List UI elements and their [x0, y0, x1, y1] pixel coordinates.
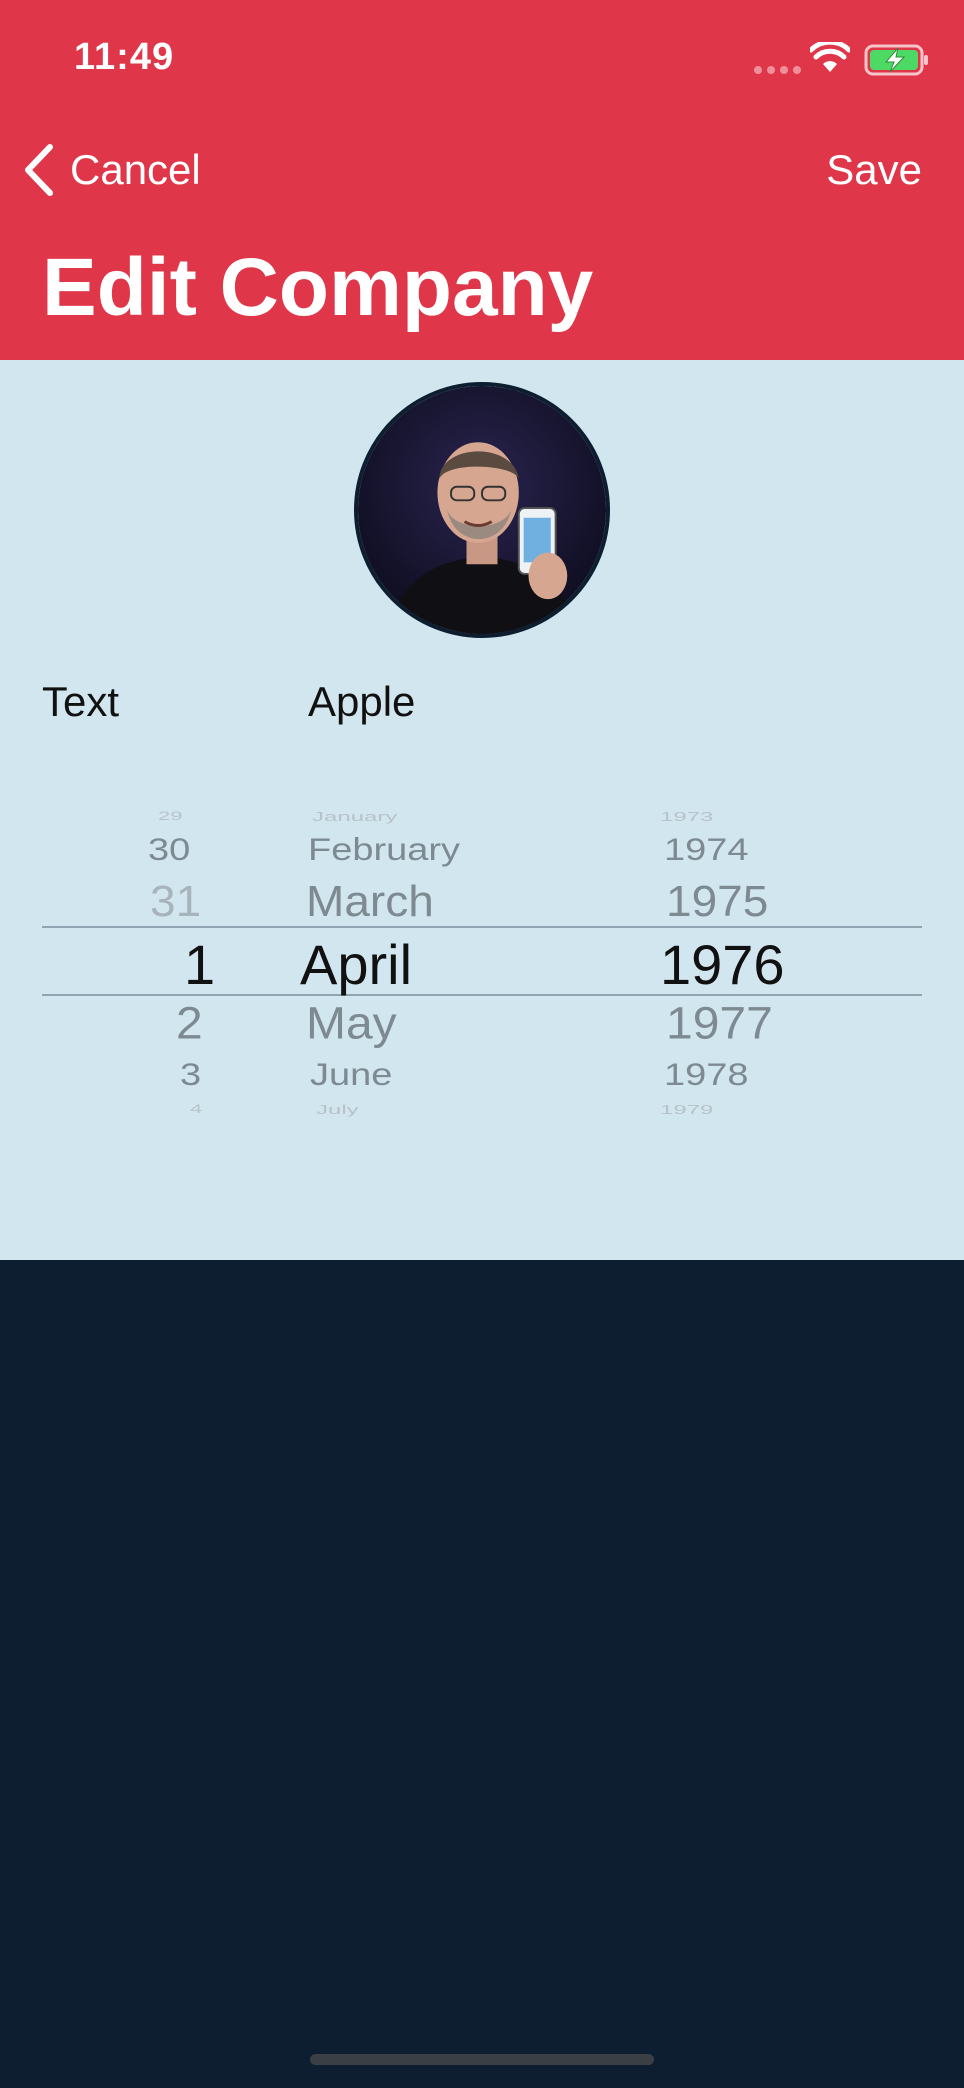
picker-year-item[interactable]: 1974: [664, 834, 749, 865]
picker-day-item[interactable]: 2: [176, 1001, 203, 1047]
name-label: Text: [42, 678, 120, 725]
navigation-header: 11:49 Cancel Save Edit Company: [0, 0, 964, 360]
picker-year-item[interactable]: 1975: [666, 879, 768, 923]
battery-charging-icon: [864, 44, 928, 76]
picker-day-item[interactable]: 31: [150, 879, 201, 923]
picker-year-item-selected[interactable]: 1976: [660, 937, 785, 993]
page-title: Edit Company: [42, 242, 594, 333]
picker-month-item[interactable]: June: [310, 1059, 392, 1090]
picker-month-item[interactable]: March: [306, 879, 434, 923]
picker-selection-bottom: [42, 994, 922, 996]
save-button[interactable]: Save: [826, 140, 922, 200]
picker-month-item[interactable]: January: [312, 810, 397, 823]
wifi-icon: [810, 42, 850, 72]
status-time: 11:49: [74, 36, 175, 78]
picker-month-item[interactable]: February: [308, 834, 460, 865]
date-picker[interactable]: 29 30 31 1 2 3 4 January February March …: [0, 800, 964, 1220]
picker-month-item[interactable]: May: [306, 1001, 397, 1047]
picker-year-item[interactable]: 1979: [660, 1103, 713, 1116]
picker-year-item[interactable]: 1977: [666, 1001, 773, 1047]
cancel-button[interactable]: Cancel: [22, 140, 201, 200]
picker-day-item[interactable]: 30: [148, 834, 190, 865]
company-photo[interactable]: [354, 382, 610, 638]
picker-day-item[interactable]: 4: [190, 1103, 202, 1115]
cellular-signal-icon: [754, 66, 801, 74]
picker-year-item[interactable]: 1973: [660, 810, 713, 823]
picker-day-item[interactable]: 3: [180, 1059, 201, 1090]
cancel-label: Cancel: [70, 146, 201, 193]
photo-image: [358, 386, 606, 634]
picker-day-item-selected[interactable]: 1: [184, 937, 215, 993]
picker-year-item[interactable]: 1978: [664, 1059, 749, 1090]
chevron-left-icon: [25, 144, 53, 196]
name-field[interactable]: [308, 674, 908, 730]
home-indicator[interactable]: [310, 2054, 654, 2065]
picker-month-item-selected[interactable]: April: [300, 937, 412, 993]
picker-month-item[interactable]: July: [316, 1103, 359, 1116]
picker-selection-top: [42, 926, 922, 928]
picker-day-item[interactable]: 29: [158, 810, 182, 822]
form-container: Text 29 30 31 1 2 3 4 January February M…: [0, 360, 964, 1260]
